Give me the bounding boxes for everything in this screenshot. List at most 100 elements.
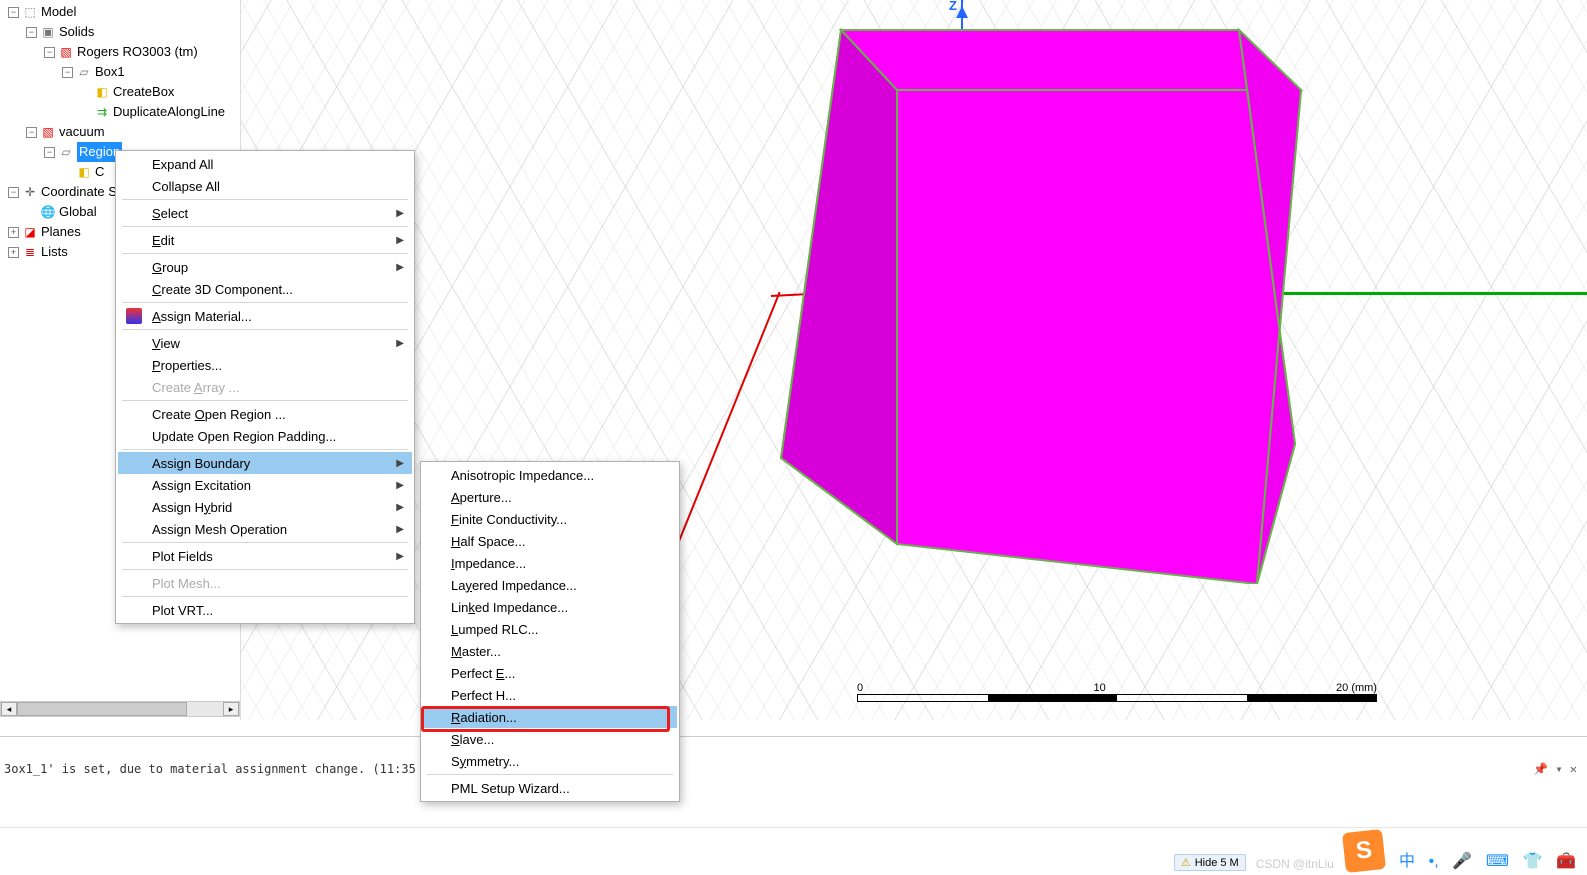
submenu-perfect-e[interactable]: Perfect E... bbox=[423, 662, 677, 684]
tree-lists-label: Lists bbox=[41, 242, 68, 262]
tree-vacuum[interactable]: −▧vacuum bbox=[4, 122, 240, 142]
menu-separator bbox=[122, 199, 408, 200]
tree-global-label: Global bbox=[59, 202, 97, 222]
submenu-layered-impedance[interactable]: Layered Impedance... bbox=[423, 574, 677, 596]
ime-mic-icon[interactable]: 🎤 bbox=[1452, 853, 1472, 870]
region-box-3d[interactable] bbox=[771, 24, 1311, 584]
submenu-arrow-icon: ▶ bbox=[396, 262, 404, 273]
tree-box1[interactable]: −▱Box1 bbox=[4, 62, 240, 82]
ruler-tick-10: 10 bbox=[1093, 682, 1105, 694]
tree-vacuum-label: vacuum bbox=[59, 122, 105, 142]
hide-messages-chip[interactable]: ⚠ Hide 5 M bbox=[1174, 854, 1246, 871]
scale-ruler: 0 10 20 (mm) bbox=[857, 682, 1377, 712]
tree-horizontal-scrollbar[interactable]: ◂ ▸ bbox=[0, 701, 240, 717]
tree-planes-label: Planes bbox=[41, 222, 81, 242]
submenu-arrow-icon: ▶ bbox=[396, 458, 404, 469]
submenu-arrow-icon: ▶ bbox=[396, 524, 404, 535]
submenu-perfect-h[interactable]: Perfect H... bbox=[423, 684, 677, 706]
menu-separator bbox=[122, 449, 408, 450]
submenu-radiation[interactable]: Radiation... bbox=[423, 706, 677, 728]
submenu-arrow-icon: ▶ bbox=[396, 235, 404, 246]
material-icon bbox=[126, 308, 142, 324]
scroll-left-button[interactable]: ◂ bbox=[1, 702, 17, 716]
context-menu-region[interactable]: Expand All Collapse All Select▶ Edit▶ Gr… bbox=[115, 150, 415, 624]
menu-separator bbox=[122, 596, 408, 597]
menu-select[interactable]: Select▶ bbox=[118, 202, 412, 224]
watermark: CSDN @itnLiu bbox=[1256, 857, 1334, 871]
tree-createbox-label: CreateBox bbox=[113, 82, 174, 102]
menu-group[interactable]: Group▶ bbox=[118, 256, 412, 278]
message-text: 3ox1_1' is set, due to material assignme… bbox=[4, 762, 416, 776]
tree-duplicate[interactable]: ⇉DuplicateAlongLine bbox=[4, 102, 240, 122]
menu-separator bbox=[122, 302, 408, 303]
tree-solids[interactable]: −▣Solids bbox=[4, 22, 240, 42]
submenu-pml-setup-wizard[interactable]: PML Setup Wizard... bbox=[423, 777, 677, 799]
submenu-half-space[interactable]: Half Space... bbox=[423, 530, 677, 552]
submenu-impedance[interactable]: Impedance... bbox=[423, 552, 677, 574]
submenu-lumped-rlc[interactable]: Lumped RLC... bbox=[423, 618, 677, 640]
ruler-tick-20: 20 (mm) bbox=[1336, 682, 1377, 694]
message-bar: 3ox1_1' is set, due to material assignme… bbox=[0, 758, 1587, 780]
menu-view[interactable]: View▶ bbox=[118, 332, 412, 354]
menu-assign-boundary[interactable]: Assign Boundary▶ bbox=[118, 452, 412, 474]
menu-assign-excitation[interactable]: Assign Excitation▶ bbox=[118, 474, 412, 496]
ime-punct-icon[interactable]: •, bbox=[1429, 853, 1439, 870]
menu-plot-fields[interactable]: Plot Fields▶ bbox=[118, 545, 412, 567]
tree-solids-label: Solids bbox=[59, 22, 94, 42]
submenu-arrow-icon: ▶ bbox=[396, 502, 404, 513]
ime-tray-icons[interactable]: 中 •, 🎤 ⌨ 👕 🧰 bbox=[1394, 847, 1581, 871]
menu-edit[interactable]: Edit▶ bbox=[118, 229, 412, 251]
menu-assign-material[interactable]: Assign Material... bbox=[118, 305, 412, 327]
menu-create-3d-component[interactable]: Create 3D Component... bbox=[118, 278, 412, 300]
submenu-arrow-icon: ▶ bbox=[396, 208, 404, 219]
menu-create-array: Create Array ... bbox=[118, 376, 412, 398]
menu-assign-mesh-operation[interactable]: Assign Mesh Operation▶ bbox=[118, 518, 412, 540]
menu-update-open-region-padding[interactable]: Update Open Region Padding... bbox=[118, 425, 412, 447]
submenu-anisotropic-impedance[interactable]: Anisotropic Impedance... bbox=[423, 464, 677, 486]
menu-collapse-all[interactable]: Collapse All bbox=[118, 175, 412, 197]
submenu-aperture[interactable]: Aperture... bbox=[423, 486, 677, 508]
menu-separator bbox=[122, 542, 408, 543]
pin-icon[interactable]: 📌 ▾ ✕ bbox=[1533, 758, 1577, 780]
submenu-arrow-icon: ▶ bbox=[396, 551, 404, 562]
warning-icon: ⚠ bbox=[1181, 856, 1191, 869]
submenu-linked-impedance[interactable]: Linked Impedance... bbox=[423, 596, 677, 618]
tree-createbox[interactable]: ◧CreateBox bbox=[4, 82, 240, 102]
tree-coord-label: Coordinate S bbox=[41, 182, 117, 202]
tree-box1-label: Box1 bbox=[95, 62, 125, 82]
ime-zh-icon[interactable]: 中 bbox=[1399, 853, 1415, 870]
scroll-thumb[interactable] bbox=[17, 702, 187, 716]
submenu-assign-boundary[interactable]: Anisotropic Impedance... Aperture... Fin… bbox=[420, 461, 680, 802]
tree-model-label: Model bbox=[41, 2, 76, 22]
menu-separator bbox=[122, 400, 408, 401]
menu-create-open-region[interactable]: Create Open Region ... bbox=[118, 403, 412, 425]
tree-model[interactable]: −⬚Model bbox=[4, 2, 240, 22]
submenu-arrow-icon: ▶ bbox=[396, 480, 404, 491]
tree-material-rogers[interactable]: −▧Rogers RO3003 (tm) bbox=[4, 42, 240, 62]
menu-properties[interactable]: Properties... bbox=[118, 354, 412, 376]
menu-expand-all[interactable]: Expand All bbox=[118, 153, 412, 175]
menu-separator bbox=[122, 569, 408, 570]
scroll-track[interactable] bbox=[17, 702, 223, 716]
menu-assign-hybrid[interactable]: Assign Hybrid▶ bbox=[118, 496, 412, 518]
bottom-bar: ⚠ Hide 5 M CSDN @itnLiu S 中 •, 🎤 ⌨ 👕 🧰 bbox=[0, 827, 1587, 875]
ime-keyboard-icon[interactable]: ⌨ bbox=[1486, 853, 1509, 870]
ime-skin-icon[interactable]: 👕 bbox=[1523, 853, 1543, 870]
tree-duplicate-label: DuplicateAlongLine bbox=[113, 102, 225, 122]
scroll-right-button[interactable]: ▸ bbox=[223, 702, 239, 716]
submenu-arrow-icon: ▶ bbox=[396, 338, 404, 349]
menu-separator bbox=[427, 774, 673, 775]
ime-toolbox-icon[interactable]: 🧰 bbox=[1556, 853, 1576, 870]
submenu-slave[interactable]: Slave... bbox=[423, 728, 677, 750]
submenu-symmetry[interactable]: Symmetry... bbox=[423, 750, 677, 772]
menu-plot-vrt[interactable]: Plot VRT... bbox=[118, 599, 412, 621]
menu-separator bbox=[122, 329, 408, 330]
brand-badge: S bbox=[1342, 829, 1386, 873]
menu-plot-mesh: Plot Mesh... bbox=[118, 572, 412, 594]
submenu-finite-conductivity[interactable]: Finite Conductivity... bbox=[423, 508, 677, 530]
tree-material-label: Rogers RO3003 (tm) bbox=[77, 42, 198, 62]
ruler-tick-0: 0 bbox=[857, 682, 863, 694]
axis-z-label: Z bbox=[949, 0, 957, 13]
submenu-master[interactable]: Master... bbox=[423, 640, 677, 662]
menu-separator bbox=[122, 253, 408, 254]
